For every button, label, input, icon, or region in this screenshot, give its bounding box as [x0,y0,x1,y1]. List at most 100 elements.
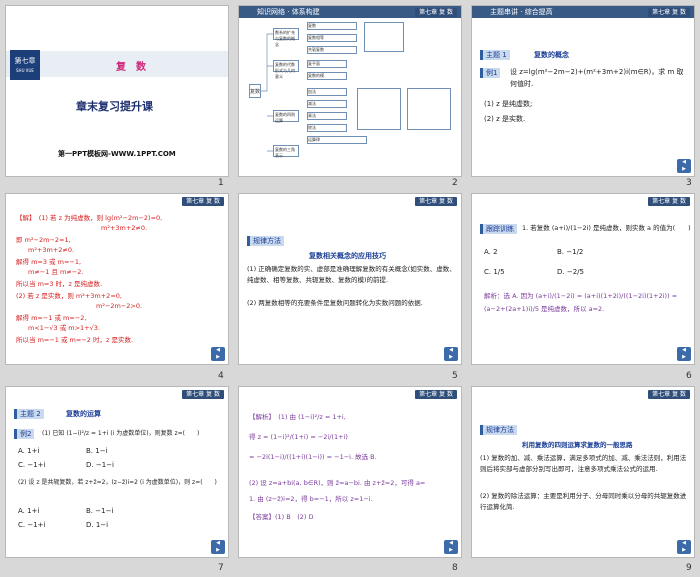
mindmap-leaf: 共轭复数 [307,46,357,54]
q2-option-d: D. 1−i [86,521,109,529]
slide-number-8: 8 [452,563,458,573]
analysis-line: 得 z = (1−i)²/(1+i) = −2i/(1+i) [249,433,348,441]
chapter-badge-sub: SHU XUE [16,68,34,73]
solution-line: m²+3m+2≠0. [28,246,75,254]
mindmap-leaf: 除法 [307,124,347,132]
solution-line: m²+3m+2≠0. [101,224,148,232]
mindmap-leaf: 运算律 [307,136,367,144]
example-label: 例2 [14,429,35,439]
slide-number-3: 3 [686,178,692,188]
slide-number-4: 4 [218,371,224,381]
mindmap-leaf: 减法 [307,100,347,108]
slide-number-2: 2 [452,178,458,188]
solution-line: m²−2m−2>0. [96,302,143,310]
q1-option-a: A. 1+i [18,447,40,455]
chapter-tag: 第七章 复 数 [648,390,690,399]
analysis-line: 【解析】 (1) 由 (1−i)²/z = 1+i, [249,413,346,421]
q1-option-c: C. −1+i [18,461,46,469]
chapter-tag: 第七章 复 数 [648,197,690,206]
analysis-line: 1. 由 (z−z̄)i=2，得 b=−1，所以 z=1−i. [249,495,373,503]
mindmap-branch-3: 复数的四则运算 [273,110,299,123]
theme-label: 主题 1 [480,50,510,60]
solution-line: m<1−√3 或 m>1+√3. [28,324,100,332]
back-button[interactable]: ◀ ▶ [211,347,225,361]
back-button[interactable]: ◀ ▶ [211,540,225,554]
option-c: C. 1/5 [484,268,505,276]
slide-title: 复 数 [116,62,146,73]
slide-thumbnail-2[interactable]: 知识网络 · 体系构建 第七章 复 数 复数 数系的扩充与复数的概念 复数的代数… [238,5,462,177]
slide-number-7: 7 [218,563,224,573]
slide-thumbnail-9[interactable]: 第七章 复 数 规律方法 利用复数的四则运算求复数的一般思路 (1) 复数的加、… [471,386,695,558]
chapter-badge: 第七章 SHU XUE [10,50,40,80]
mindmap-leaf: 复数的模 [307,72,347,80]
solution-line: m≠−1 且 m≠−2. [28,268,84,276]
slide-thumbnail-7[interactable]: 第七章 复 数 主题 2 复数的运算 例2 (1) 已知 (1−i)²/z = … [5,386,229,558]
q2-option-a: A. 1+i [18,507,40,515]
q1-option-b: B. 1−i [86,447,108,455]
option-b: B. −1/2 [557,248,584,256]
slide-thumbnail-8[interactable]: 第七章 复 数 【解析】 (1) 由 (1−i)²/z = 1+i, 得 z =… [238,386,462,558]
paragraph-2: (2) 两复数相等的充要条件是复数问题转化为实数问题的依据. [247,299,423,307]
mindmap-leaf: 乘法 [307,112,347,120]
mindmap-branch-1: 数系的扩充与复数的概念 [273,28,299,47]
back-button[interactable]: ◀ ▶ [444,347,458,361]
section-heading: 复数相关概念的应用技巧 [309,252,386,260]
question-1: (1) 已知 (1−i)²/z = 1+i (i 为虚数单位)，则复数 z=( … [42,430,200,437]
analysis-line: = −2i(1−i)/((1+i)(1−i)) = −1−i. 故选 B. [249,453,377,461]
watermark-text: 第一PPT模板网-WWW.1PPT.COM [58,150,176,158]
slide-number-9: 9 [686,563,692,573]
back-button[interactable]: ◀ ▶ [677,347,691,361]
q2-option-b: B. −1−i [86,507,114,515]
question-2: (2) z 是实数. [484,115,526,123]
question-1: (1) z 是纯虚数; [484,100,533,108]
slide-thumbnail-1[interactable]: 第七章 SHU XUE 复 数 章末复习提升课 第一PPT模板网-WWW.1PP… [5,5,229,177]
mindmap-detail [364,22,404,52]
paragraph-2: (2) 复数的除法运算：主要是利用分子、分母同时乘以分母的共轭复数进行运算化简. [480,492,687,511]
paragraph-1: (1) 复数的加、减、乘法运算，满足多项式的加、减、乘法法则，利用法则后将实部与… [480,454,687,473]
analysis-line: (2) 设 z=a+bi(a, b∈R)，则 z̄=a−bi. 由 z+z̄=2… [249,479,426,487]
theme-title: 复数的概念 [534,51,569,59]
question-2: (2) 设 z 是共轭复数，若 z+z̄=2，(z−z̄)i=2 (i 为虚数单… [18,479,217,486]
mindmap-leaf: 复数 [307,22,357,30]
example-label: 例1 [480,68,501,78]
chapter-badge-text: 第七章 [14,57,36,65]
section-label: 跟踪训练 [480,224,517,234]
slide-number-5: 5 [452,371,458,381]
mindmap-branch-4: 复数的三角表示 [273,145,299,158]
slide-thumbnail-4[interactable]: 第七章 复 数 【解】 (1) 若 z 为纯虚数，则 lg(m²−2m−2)=0… [5,193,229,365]
topbar-title: 主题串讲 · 综合提高 [490,8,553,16]
slide-thumbnail-6[interactable]: 第七章 复 数 跟踪训练 1. 若复数 (a+i)/(1−2i) 是纯虚数，则实… [471,193,695,365]
slide-thumbnail-5[interactable]: 第七章 复 数 规律方法 复数相关概念的应用技巧 (1) 正确确定复数的实、虚部… [238,193,462,365]
q2-option-c: C. −1+i [18,521,46,529]
slide-thumbnail-3[interactable]: 主题串讲 · 综合提高 第七章 复 数 主题 1 复数的概念 例1 设 z=lg… [471,5,695,177]
slide-subtitle: 章末复习提升课 [76,100,153,113]
mindmap-branch-2: 复数的代数形式与几何意义 [273,60,299,79]
theme-label: 主题 2 [14,409,44,419]
section-label: 规律方法 [247,236,284,246]
mindmap-leaf: 复平面 [307,60,347,68]
option-a: A. 2 [484,248,498,256]
section-heading: 利用复数的四则运算求复数的一般思路 [522,441,633,449]
solution-line: 所以当 m=−1 或 m=−2 时，z 是实数. [16,336,134,344]
slide-number-1: 1 [218,178,224,188]
paragraph-1: (1) 正确确定复数的实、虚部是准确理解复数的有关概念(如实数、虚数、纯虚数、相… [247,265,456,284]
problem-text: 1. 若复数 (a+i)/(1−2i) 是纯虚数，则实数 a 的值为( ) [522,224,691,232]
mindmap-detail [357,88,401,130]
chapter-tag: 第七章 复 数 [648,8,690,17]
back-button[interactable]: ◀ ▶ [444,540,458,554]
chapter-tag: 第七章 复 数 [182,197,224,206]
option-d: D. −2/5 [557,268,584,276]
mindmap-leaf: 加法 [307,88,347,96]
answer-line: 【答案】(1) B (2) D [249,513,314,521]
slide-number-6: 6 [686,371,692,381]
mindmap-detail [407,88,451,130]
problem-text: 设 z=lg(m²−2m−2)+(m²+3m+2)i(m∈R)，求 m 取何值时… [510,68,684,88]
chapter-tag: 第七章 复 数 [182,390,224,399]
theme-title: 复数的运算 [66,410,101,418]
section-label: 规律方法 [480,425,517,435]
back-button[interactable]: ◀ ▶ [677,540,691,554]
q1-option-d: D. −1−i [86,461,114,469]
solution-text: 解析：选 A. 因为 (a+i)/(1−2i) = (a+i)(1+2i)/((… [484,292,678,313]
mindmap-leaf: 复数相等 [307,34,357,42]
back-button[interactable]: ◀ ▶ [677,159,691,173]
